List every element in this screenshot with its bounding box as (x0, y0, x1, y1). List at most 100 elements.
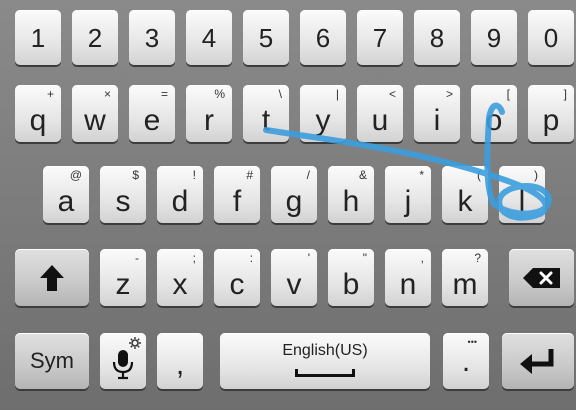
key-char: f (232, 184, 242, 218)
voice-input-key[interactable] (100, 333, 146, 389)
shift-key[interactable] (15, 249, 89, 306)
key-char: u (371, 103, 389, 137)
key-char: n (399, 267, 417, 301)
key-n[interactable]: ,n (385, 249, 431, 306)
alt-char: & (358, 168, 367, 182)
key-char: v (286, 267, 302, 301)
key-9[interactable]: 9 (471, 10, 517, 65)
key-4[interactable]: 4 (186, 10, 232, 65)
alt-char: $ (132, 168, 139, 182)
key-b[interactable]: " b (328, 249, 374, 306)
alt-char: , (420, 251, 424, 265)
alt-char: ' (307, 251, 310, 265)
alt-char: * (419, 168, 424, 182)
key-d[interactable]: ! d (157, 166, 203, 223)
key-char: s (115, 184, 131, 218)
key-char: h (342, 184, 360, 218)
sym-label: Sym (30, 348, 74, 373)
key-char: z (115, 267, 131, 301)
sym-key[interactable]: Sym (15, 333, 89, 389)
comma-key[interactable]: , (157, 333, 203, 389)
alt-char: ? (474, 251, 481, 265)
key-z[interactable]: -z (100, 249, 146, 306)
key-8[interactable]: 8 (414, 10, 460, 65)
alt-char: / (306, 168, 310, 182)
key-char: c (229, 267, 245, 301)
alt-char: ( (477, 168, 481, 182)
key-char: i (433, 103, 441, 137)
alt-char: % (214, 87, 225, 101)
key-char: x (172, 267, 188, 301)
key-1[interactable]: 1 (15, 10, 61, 65)
alt-char: \ (278, 87, 282, 101)
alt-char: < (388, 87, 396, 101)
key-char: l (518, 184, 526, 218)
key-c[interactable]: :c (214, 249, 260, 306)
key-5[interactable]: 5 (243, 10, 289, 65)
language-label: English(US) (282, 342, 368, 359)
alt-char: # (246, 168, 253, 182)
key-7[interactable]: 7 (357, 10, 403, 65)
alt-char: [ (506, 87, 510, 101)
alt-char: : (249, 251, 253, 265)
key-char: q (29, 103, 47, 137)
space-bar-icon (295, 369, 355, 377)
alt-char: @ (69, 168, 82, 182)
alt-char: ; (192, 251, 196, 265)
enter-key[interactable] (502, 333, 574, 389)
key-i[interactable]: > i (414, 85, 460, 142)
alt-char: = (160, 87, 168, 101)
key-char: w (84, 103, 106, 137)
alt-char: ••• (467, 337, 477, 347)
key-char: y (315, 103, 331, 137)
key-p[interactable]: ] p (528, 85, 574, 142)
key-v[interactable]: ' v (271, 249, 317, 306)
key-6[interactable]: 6 (300, 10, 346, 65)
alt-char: | (335, 87, 339, 101)
key-char: t (261, 103, 271, 137)
key-0[interactable]: 0 (528, 10, 574, 65)
alt-char: ) (534, 168, 538, 182)
alt-char: > (445, 87, 453, 101)
key-x[interactable]: ; x (157, 249, 203, 306)
key-l[interactable]: ) l (499, 166, 545, 223)
alt-char: × (103, 87, 111, 101)
key-char: e (143, 103, 161, 137)
alt-char: " (362, 251, 367, 265)
key-char: . (461, 345, 471, 378)
key-f[interactable]: # f (214, 166, 260, 223)
key-s[interactable]: $ s (100, 166, 146, 223)
key-char: r (204, 103, 214, 137)
key-a[interactable]: @ a (43, 166, 89, 223)
key-q[interactable]: + q (15, 85, 61, 142)
key-char: j (404, 184, 412, 218)
key-m[interactable]: ? m (442, 249, 488, 306)
key-g[interactable]: / g (271, 166, 317, 223)
key-char: d (171, 184, 189, 218)
key-r[interactable]: % r (186, 85, 232, 142)
backspace-key[interactable] (509, 249, 574, 306)
key-3[interactable]: 3 (129, 10, 175, 65)
key-2[interactable]: 2 (72, 10, 118, 65)
enter-icon (520, 349, 554, 374)
key-h[interactable]: & h (328, 166, 374, 223)
key-k[interactable]: (k (442, 166, 488, 223)
key-o[interactable]: [o (471, 85, 517, 142)
period-key[interactable]: ••• . (443, 333, 489, 389)
key-char: g (285, 184, 303, 218)
alt-char: - (135, 251, 139, 265)
keyboard: 1 2 3 4 5 6 7 8 9 0 + q × w = e % r \ t | y < u… (0, 0, 576, 410)
key-char: b (342, 267, 360, 301)
gear-icon (129, 337, 141, 349)
key-u[interactable]: < u (357, 85, 403, 142)
key-t[interactable]: \ t (243, 85, 289, 142)
key-char: k (457, 184, 473, 218)
key-char: , (175, 348, 185, 381)
space-key[interactable]: English(US) (220, 333, 430, 389)
key-e[interactable]: = e (129, 85, 175, 142)
key-j[interactable]: * j (385, 166, 431, 223)
key-w[interactable]: × w (72, 85, 118, 142)
key-y[interactable]: | y (300, 85, 346, 142)
key-char: p (542, 103, 560, 137)
key-char: o (485, 103, 503, 137)
